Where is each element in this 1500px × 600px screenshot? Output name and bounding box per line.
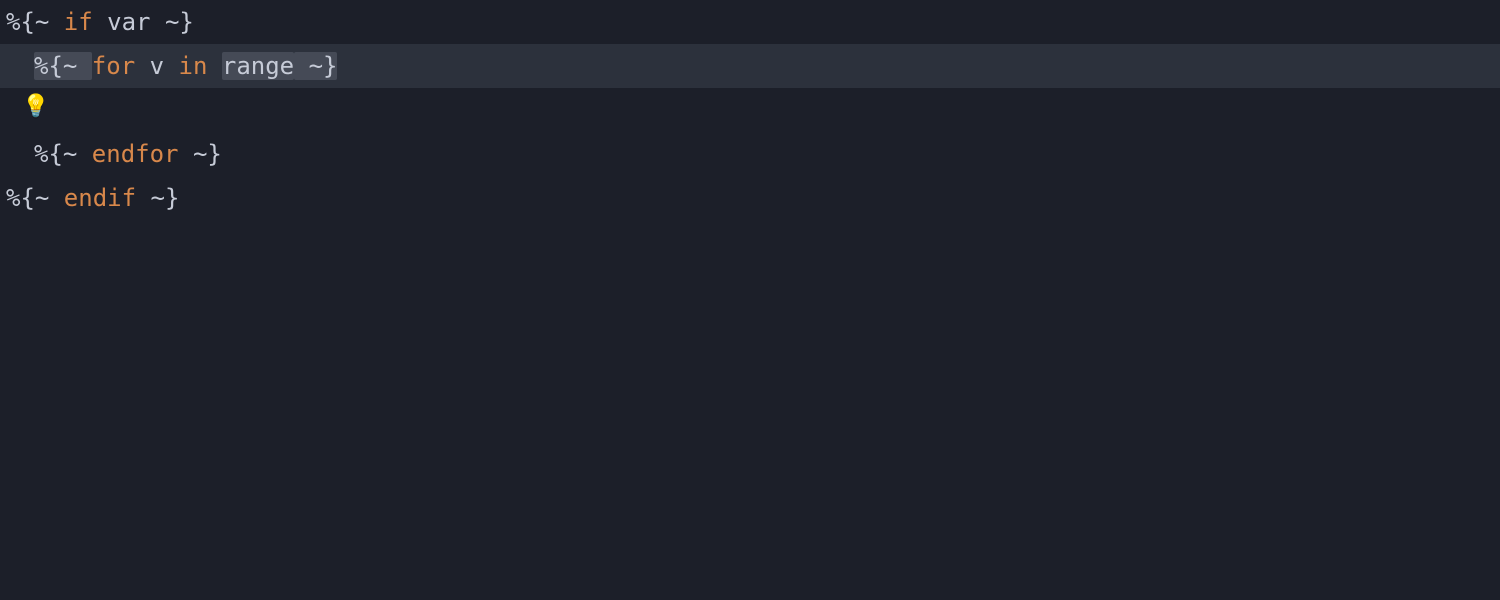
code-line-active[interactable]: %{~ for v in range ~} [0, 44, 1500, 88]
code-line[interactable]: %{~ endfor ~} [0, 132, 1500, 176]
identifier: var [107, 8, 150, 36]
space [93, 8, 107, 36]
code-line[interactable]: %{~ if var ~} [0, 0, 1500, 44]
identifier: v [150, 52, 164, 80]
code-line-blank[interactable] [0, 88, 1500, 132]
template-delim-close: ~} [136, 184, 179, 212]
identifier: range [222, 52, 294, 80]
keyword-endfor: endfor [92, 140, 179, 168]
space [135, 52, 149, 80]
code-line[interactable]: %{~ endif ~} [0, 176, 1500, 220]
template-delim-open: %{~ [6, 184, 64, 212]
keyword-endif: endif [64, 184, 136, 212]
template-delim-open: %{~ [34, 52, 92, 80]
template-delim-close: ~} [151, 8, 194, 36]
keyword-in: in [179, 52, 208, 80]
template-delim-close: ~} [294, 52, 337, 80]
space [207, 52, 221, 80]
code-editor[interactable]: %{~ if var ~} %{~ for v in range ~} %{~ … [0, 0, 1500, 600]
template-delim-close: ~} [179, 140, 222, 168]
template-delim-open: %{~ [34, 140, 92, 168]
lightbulb-icon[interactable]: 💡 [22, 96, 49, 118]
template-delim-open: %{~ [6, 8, 64, 36]
keyword-for: for [92, 52, 135, 80]
keyword-if: if [64, 8, 93, 36]
space [164, 52, 178, 80]
